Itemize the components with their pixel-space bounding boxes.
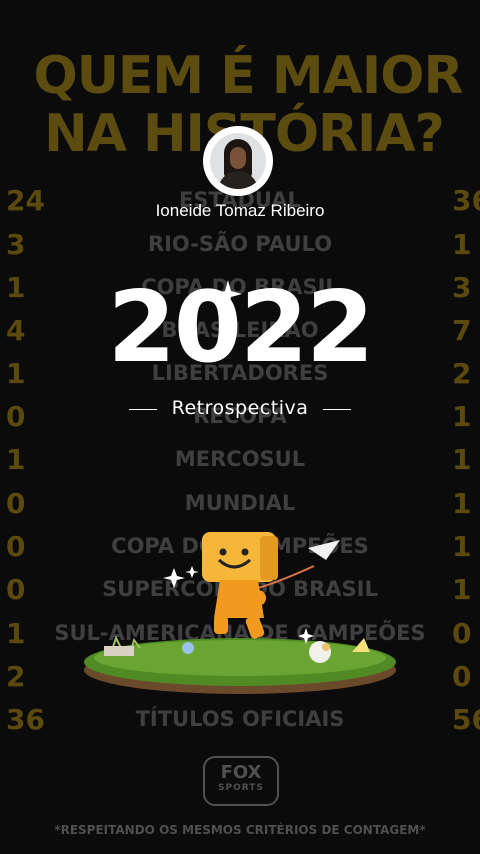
divider-right	[322, 409, 351, 411]
recap-year: 2022	[107, 271, 375, 385]
mascot-island-illustration	[84, 532, 396, 694]
profile-avatar[interactable]	[205, 128, 271, 194]
recap-subtitle: Retrospectiva	[171, 397, 309, 419]
recap-subtitle-row: Retrospectiva	[0, 397, 480, 419]
divider-left	[129, 409, 158, 411]
profile-name: Ioneide Tomaz Ribeiro	[155, 201, 325, 220]
